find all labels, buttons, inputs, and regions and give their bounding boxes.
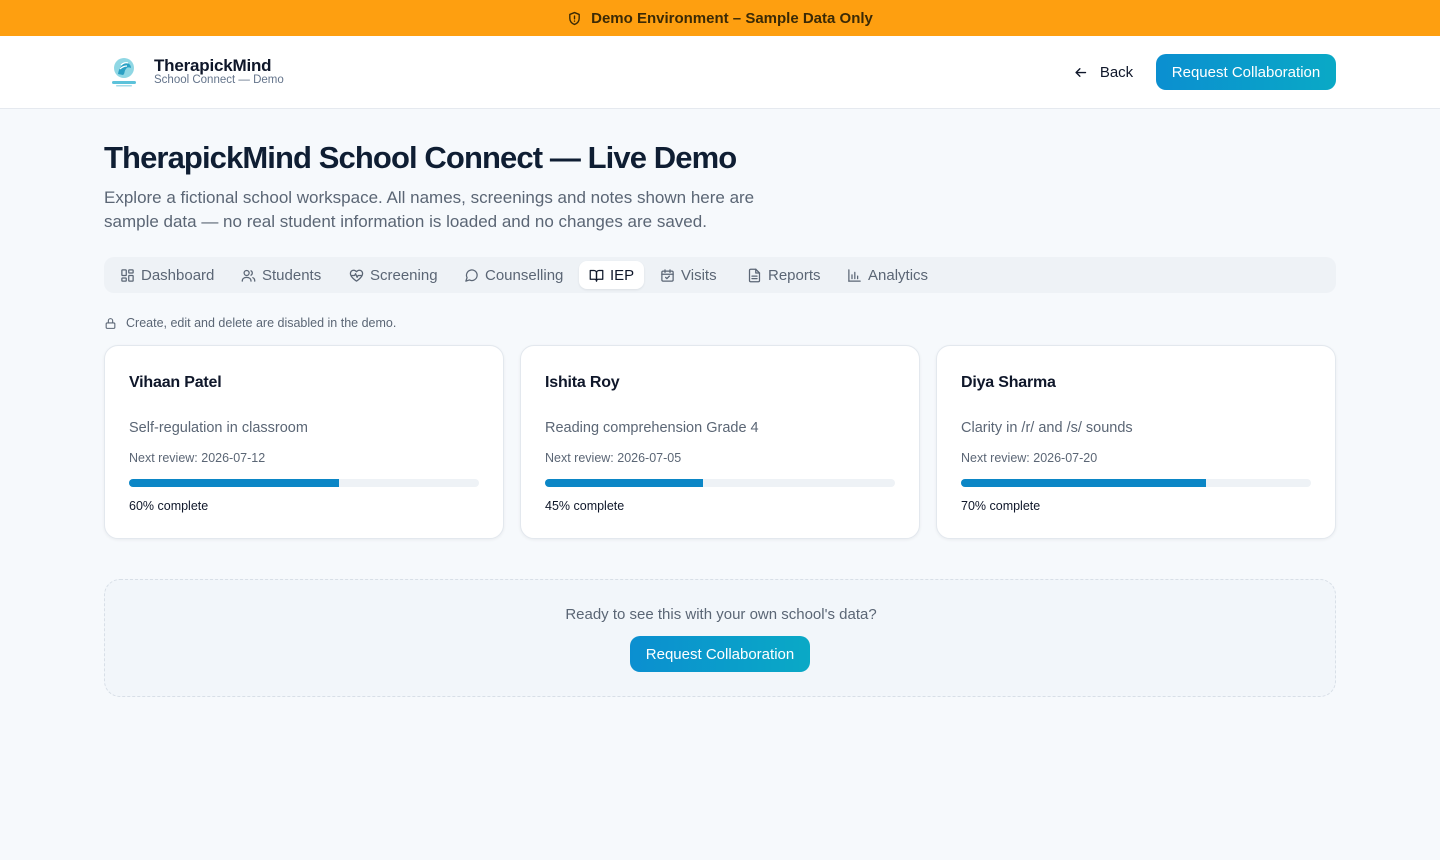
brand-subtitle: School Connect — Demo xyxy=(154,74,284,86)
tab-label: Analytics xyxy=(868,266,929,284)
lock-icon xyxy=(105,317,116,329)
brand-logo[interactable] xyxy=(108,54,140,90)
back-button[interactable]: Back xyxy=(1062,54,1144,90)
student-name: Diya Sharma xyxy=(961,374,1056,391)
tab-reports[interactable]: Reports xyxy=(737,261,831,289)
shield-alert-icon xyxy=(569,11,580,25)
progress-bar xyxy=(545,479,895,487)
tab-screening[interactable]: Screening xyxy=(339,261,448,289)
tab-label: Dashboard xyxy=(141,266,215,284)
tab-analytics[interactable]: Analytics xyxy=(837,261,938,289)
back-button-label: Back xyxy=(1099,63,1134,81)
tab-dashboard[interactable]: Dashboard xyxy=(110,261,224,289)
tab-label: Counselling xyxy=(485,266,564,284)
tab-bar: Dashboard Students Screening Counselling… xyxy=(104,257,1336,293)
progress-fill xyxy=(129,479,339,487)
chat-bubble-icon xyxy=(465,268,478,282)
cta-text: Ready to see this with your own school's… xyxy=(565,606,877,623)
tab-label: Visits xyxy=(681,266,717,284)
page-title: TherapickMind School Connect — Live Demo xyxy=(104,140,737,175)
brand-name[interactable]: TherapickMind xyxy=(154,56,272,76)
tab-visits[interactable]: Visits xyxy=(650,261,727,289)
book-open-icon xyxy=(589,269,604,282)
page-description: Explore a fictional school workspace. Al… xyxy=(104,188,755,231)
tab-counselling[interactable]: Counselling xyxy=(454,261,573,289)
progress-fill xyxy=(961,479,1206,487)
iep-card[interactable]: Diya Sharma Clarity in /r/ and /s/ sound… xyxy=(936,345,1336,539)
progress-label: 70% complete xyxy=(961,499,1041,513)
calendar-check-icon xyxy=(661,268,674,282)
request-collaboration-button[interactable]: Request Collaboration xyxy=(630,636,810,672)
banner-text: Demo Environment – Sample Data Only xyxy=(591,9,873,27)
next-review: Next review: 2026-07-20 xyxy=(961,451,1098,465)
tab-label: IEP xyxy=(610,266,635,284)
notice-text: Create, edit and delete are disabled in … xyxy=(126,316,397,330)
progress-label: 60% complete xyxy=(129,499,209,513)
tab-label: Students xyxy=(262,266,322,284)
demo-notice: Create, edit and delete are disabled in … xyxy=(104,316,396,330)
users-icon xyxy=(241,269,256,282)
iep-card[interactable]: Ishita Roy Reading comprehension Grade 4… xyxy=(520,345,920,539)
top-header: TherapickMind School Connect — Demo Back… xyxy=(0,36,1440,109)
progress-fill xyxy=(545,479,703,487)
arrow-left-icon xyxy=(1075,67,1086,77)
tab-label: Screening xyxy=(370,266,438,284)
bar-chart-icon xyxy=(848,268,861,282)
progress-bar xyxy=(129,479,479,487)
document-icon xyxy=(748,268,761,282)
student-name: Ishita Roy xyxy=(545,374,620,391)
dashboard-icon xyxy=(121,268,134,282)
iep-goal: Clarity in /r/ and /s/ sounds xyxy=(961,420,1133,436)
heart-pulse-icon xyxy=(349,269,364,282)
tab-iep[interactable]: IEP xyxy=(579,261,645,289)
next-review: Next review: 2026-07-05 xyxy=(545,451,682,465)
tab-label: Reports xyxy=(768,266,821,284)
iep-goal: Reading comprehension Grade 4 xyxy=(545,420,759,436)
progress-bar xyxy=(961,479,1311,487)
request-collaboration-button[interactable]: Request Collaboration xyxy=(1156,54,1336,90)
tab-students[interactable]: Students xyxy=(231,261,331,289)
demo-banner: Demo Environment – Sample Data Only xyxy=(0,0,1440,36)
student-name: Vihaan Patel xyxy=(129,374,222,391)
iep-card[interactable]: Vihaan Patel Self-regulation in classroo… xyxy=(104,345,504,539)
next-review: Next review: 2026-07-12 xyxy=(129,451,266,465)
collaboration-cta-panel: Ready to see this with your own school's… xyxy=(104,579,1336,697)
progress-label: 45% complete xyxy=(545,499,625,513)
iep-goal: Self-regulation in classroom xyxy=(129,420,308,436)
